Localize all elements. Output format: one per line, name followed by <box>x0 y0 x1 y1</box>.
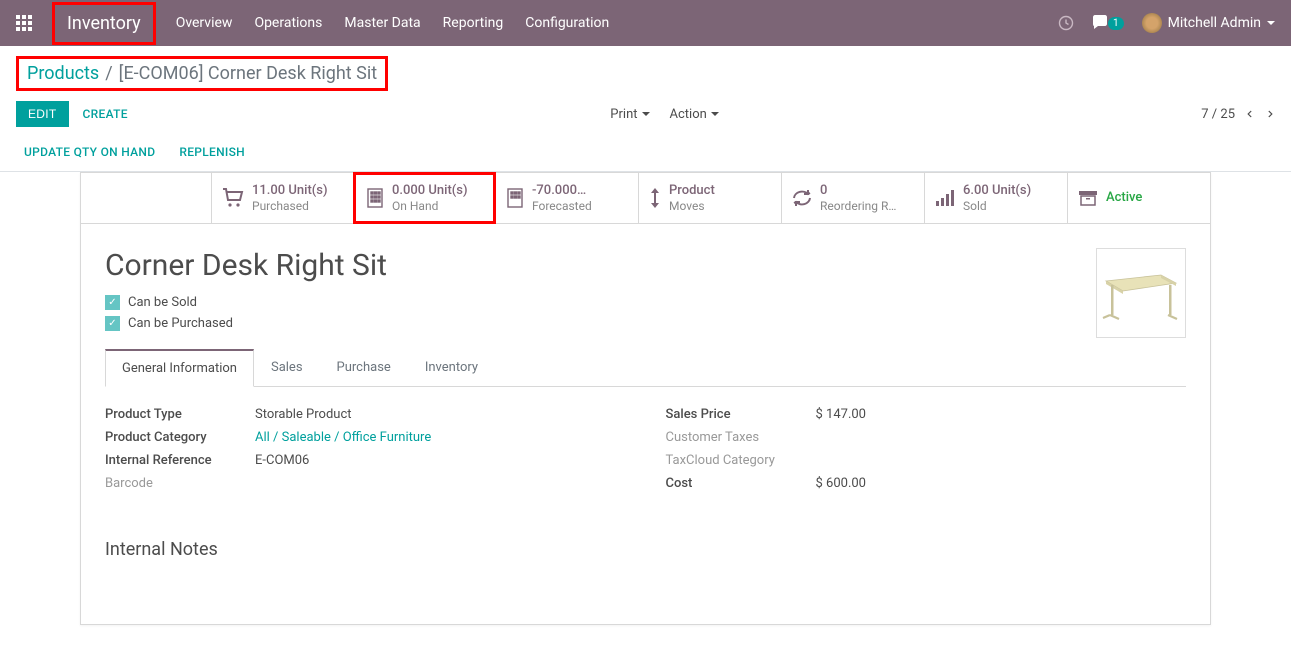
tab-inventory[interactable]: Inventory <box>408 349 495 387</box>
pager-prev[interactable] <box>1245 107 1255 121</box>
chevron-down-icon <box>642 112 650 116</box>
breadcrumb-current: [E-COM06] Corner Desk Right Sit <box>119 63 377 84</box>
building-icon <box>506 188 524 208</box>
cart-icon <box>222 188 244 208</box>
internal-ref-value: E-COM06 <box>255 453 626 468</box>
stat-moves[interactable]: ProductMoves <box>638 173 781 223</box>
clock-icon[interactable] <box>1058 15 1074 31</box>
checkbox-checked-icon[interactable]: ✓ <box>105 295 120 310</box>
stat-purchased[interactable]: 11.00 Unit(s)Purchased <box>211 173 354 223</box>
avatar <box>1142 13 1162 33</box>
desk-thumbnail <box>1101 263 1181 323</box>
sheet-body: Corner Desk Right Sit ✓ Can be Sold ✓ Ca… <box>81 224 1210 624</box>
action-links: Update Qty On Hand Replenish <box>0 137 1291 172</box>
breadcrumb-separator: / <box>105 63 112 84</box>
cost-label: Cost <box>666 476 816 491</box>
building-icon <box>366 188 384 208</box>
top-navbar: Inventory Overview Operations Master Dat… <box>0 0 1291 46</box>
pager-next[interactable] <box>1265 107 1275 121</box>
action-dropdown[interactable]: Action <box>670 107 719 122</box>
category-label: Product Category <box>105 430 255 445</box>
sales-price-label: Sales Price <box>666 407 816 422</box>
refresh-icon <box>792 189 812 207</box>
tabs: General Information Sales Purchase Inven… <box>105 349 1186 387</box>
navbar-right: 1 Mitchell Admin <box>1058 13 1275 33</box>
taxcloud-label: TaxCloud Category <box>666 453 816 468</box>
internal-notes-heading: Internal Notes <box>105 539 1186 560</box>
breadcrumb: Products / [E-COM06] Corner Desk Right S… <box>0 46 1291 95</box>
tab-purchase[interactable]: Purchase <box>320 349 408 387</box>
user-name: Mitchell Admin <box>1168 15 1261 31</box>
tab-general[interactable]: General Information <box>105 349 254 387</box>
arrows-v-icon <box>649 187 661 209</box>
print-dropdown[interactable]: Print <box>610 107 649 122</box>
category-value[interactable]: All / Saleable / Office Furniture <box>255 430 626 445</box>
barcode-label: Barcode <box>105 476 255 491</box>
sales-price-value: $ 147.00 <box>816 407 1187 422</box>
can-be-sold-label: Can be Sold <box>128 295 197 310</box>
cost-value: $ 600.00 <box>816 476 1187 491</box>
nav-overview[interactable]: Overview <box>176 15 233 31</box>
customer-tax-value <box>816 430 1187 445</box>
breadcrumb-highlight: Products / [E-COM06] Corner Desk Right S… <box>16 56 388 91</box>
barcode-value <box>255 476 626 491</box>
internal-notes-body <box>105 560 1186 600</box>
chat-badge: 1 <box>1108 17 1124 30</box>
pager-text: 7 / 25 <box>1201 107 1235 122</box>
stat-reorder[interactable]: 0Reordering R… <box>781 173 924 223</box>
nav-reporting[interactable]: Reporting <box>443 15 504 31</box>
create-button[interactable]: Create <box>83 107 128 121</box>
chat-icon[interactable]: 1 <box>1092 15 1124 31</box>
breadcrumb-parent[interactable]: Products <box>27 63 99 84</box>
apps-icon[interactable] <box>16 15 32 31</box>
stat-on-hand[interactable]: 0.000 Unit(s)On Hand <box>353 172 496 224</box>
navbar-menu: Overview Operations Master Data Reportin… <box>176 15 1058 31</box>
control-bar: Edit Create Print Action 7 / 25 <box>0 95 1291 137</box>
form-sheet: 11.00 Unit(s)Purchased 0.000 Unit(s)On H… <box>80 172 1211 625</box>
archive-icon <box>1078 190 1098 206</box>
customer-tax-label: Customer Taxes <box>666 430 816 445</box>
left-column: Product TypeStorable Product Product Cat… <box>105 407 626 499</box>
nav-configuration[interactable]: Configuration <box>525 15 609 31</box>
can-be-sold-check: ✓ Can be Sold <box>105 295 1186 310</box>
replenish-button[interactable]: Replenish <box>179 145 245 159</box>
product-title: Corner Desk Right Sit <box>105 248 1186 283</box>
stat-forecasted[interactable]: -70.000…Forecasted <box>495 173 638 223</box>
internal-ref-label: Internal Reference <box>105 453 255 468</box>
right-column: Sales Price$ 147.00 Customer Taxes TaxCl… <box>666 407 1187 499</box>
nav-operations[interactable]: Operations <box>254 15 322 31</box>
chevron-down-icon <box>1267 21 1275 25</box>
product-image[interactable] <box>1096 248 1186 338</box>
update-qty-button[interactable]: Update Qty On Hand <box>24 145 155 159</box>
can-be-purchased-check: ✓ Can be Purchased <box>105 316 1186 331</box>
product-type-label: Product Type <box>105 407 255 422</box>
tab-content: Product TypeStorable Product Product Cat… <box>105 387 1186 519</box>
bars-icon <box>935 189 955 207</box>
form-sheet-wrap: 11.00 Unit(s)Purchased 0.000 Unit(s)On H… <box>0 172 1291 645</box>
user-menu[interactable]: Mitchell Admin <box>1142 13 1275 33</box>
can-be-purchased-label: Can be Purchased <box>128 316 233 331</box>
pager: 7 / 25 <box>1201 107 1275 122</box>
nav-master-data[interactable]: Master Data <box>344 15 420 31</box>
stat-sold[interactable]: 6.00 Unit(s)Sold <box>924 173 1067 223</box>
stat-active[interactable]: Active <box>1067 173 1210 223</box>
checkbox-checked-icon[interactable]: ✓ <box>105 316 120 331</box>
taxcloud-value <box>816 453 1187 468</box>
stat-buttons: 11.00 Unit(s)Purchased 0.000 Unit(s)On H… <box>81 173 1210 224</box>
edit-button[interactable]: Edit <box>16 101 69 127</box>
product-type-value: Storable Product <box>255 407 626 422</box>
tab-sales[interactable]: Sales <box>254 349 320 387</box>
app-brand[interactable]: Inventory <box>52 2 156 45</box>
chevron-down-icon <box>711 112 719 116</box>
